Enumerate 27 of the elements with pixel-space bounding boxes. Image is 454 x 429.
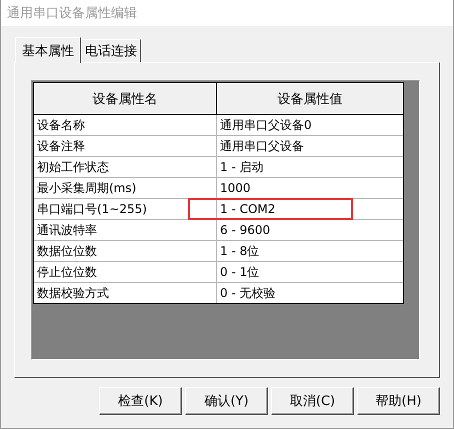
column-header: 设备属性名	[34, 83, 217, 114]
dialog-button[interactable]: 检查(K)	[99, 387, 182, 415]
table-cell[interactable]: 6 - 9600	[217, 220, 403, 240]
table-cell[interactable]: 1 - 8位	[217, 241, 403, 261]
table-cell[interactable]: 通用串口父设备0	[217, 115, 403, 135]
table-cell[interactable]: 1000	[217, 178, 403, 198]
table-cell: 最小采集周期(ms)	[34, 178, 217, 198]
table-cell: 设备名称	[34, 115, 217, 135]
dialog-button[interactable]: 取消(C)	[271, 387, 354, 415]
table-cell[interactable]: 0 - 无校验	[217, 283, 403, 303]
tab[interactable]: 电话连接	[81, 39, 141, 62]
dialog-button[interactable]: 确认(Y)	[185, 387, 268, 415]
tab[interactable]: 基本属性	[15, 37, 81, 63]
table-cell: 初始工作状态	[34, 157, 217, 177]
table-cell[interactable]: 1 - COM2	[217, 199, 403, 219]
window-title: 通用串口设备属性编辑	[7, 5, 137, 22]
table-cell[interactable]: 通用串口父设备	[217, 136, 403, 156]
table-cell: 停止位位数	[34, 262, 217, 282]
column-header: 设备属性值	[276, 90, 344, 108]
dialog-button[interactable]: 帮助(H)	[357, 387, 440, 415]
table-cell[interactable]: 1 - 启动	[217, 157, 403, 177]
table-cell[interactable]: 0 - 1位	[217, 262, 403, 282]
table-cell: 通讯波特率	[34, 220, 217, 240]
table-cell: 设备注释	[34, 136, 217, 156]
table-cell: 串口端口号(1~255)	[34, 199, 217, 219]
table-cell: 数据位位数	[34, 241, 217, 261]
table-cell: 数据校验方式	[34, 283, 217, 303]
